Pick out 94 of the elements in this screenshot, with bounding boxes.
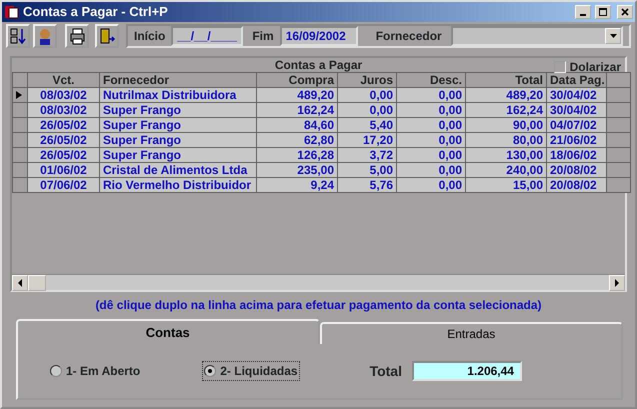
minimize-icon xyxy=(580,14,586,16)
minimize-button[interactable] xyxy=(575,5,591,19)
table-cell: 3,72 xyxy=(338,148,396,162)
table-cell: 26/05/02 xyxy=(28,148,100,162)
radio-option[interactable]: 2- Liquidadas xyxy=(202,361,300,381)
printer-button[interactable] xyxy=(65,24,89,48)
table-cell: 21/06/02 xyxy=(546,132,606,148)
tab[interactable]: Contas xyxy=(16,319,320,344)
table-cell: Super Frango xyxy=(100,132,256,148)
supplier-dropdown[interactable] xyxy=(450,26,623,46)
table-cell: 162,24 xyxy=(256,102,338,118)
table-cell: Super Frango xyxy=(100,102,256,118)
end-date-field[interactable]: 16/09/2002 xyxy=(280,26,358,46)
table-cell: 30/04/02 xyxy=(546,88,606,102)
table-cell: 84,60 xyxy=(256,118,338,132)
table-cell: 489,20 xyxy=(256,88,338,102)
radio-option[interactable]: 1- Em Aberto xyxy=(48,361,142,381)
table-cell: 235,00 xyxy=(256,162,338,178)
dolarizar-label: Dolarizar xyxy=(570,59,621,76)
exit-door-button[interactable] xyxy=(95,24,119,48)
table-cell: 162,24 xyxy=(466,102,546,118)
scroll-right-icon xyxy=(613,278,621,288)
end-date-label: Fim xyxy=(252,28,274,45)
table-cell: 01/06/02 xyxy=(28,162,100,178)
column-header: Vct. xyxy=(28,72,100,88)
total-field: 1.206,44 xyxy=(412,361,522,381)
table-cell: 26/05/02 xyxy=(28,132,100,148)
maximize-icon xyxy=(598,6,608,17)
person-button[interactable] xyxy=(33,24,57,48)
sort-button[interactable] xyxy=(6,24,30,48)
table-cell: 240,00 xyxy=(466,162,546,178)
table-cell: 08/03/02 xyxy=(28,102,100,118)
start-date-field[interactable]: __/__/____ xyxy=(171,26,244,46)
scroll-left-icon xyxy=(16,278,24,288)
table-cell: 9,24 xyxy=(256,178,338,192)
table-cell: 0,00 xyxy=(338,102,396,118)
column-header: Fornecedor xyxy=(100,72,256,88)
maximize-button[interactable] xyxy=(595,5,611,19)
sort-icon xyxy=(9,27,27,45)
table-cell: 30/04/02 xyxy=(546,102,606,118)
table-cell: Rio Vermelho Distribuidor xyxy=(100,178,256,192)
table-cell: Nutrilmax Distribuidora xyxy=(100,88,256,102)
supplier-label: Fornecedor xyxy=(376,28,442,45)
tab[interactable]: Entradas xyxy=(320,322,623,344)
table-cell: 20/08/02 xyxy=(546,178,606,192)
table-cell: Super Frango xyxy=(100,118,256,132)
total-label: Total xyxy=(370,362,402,380)
grid-title: Contas a Pagar xyxy=(274,58,362,72)
row-pointer-icon xyxy=(15,90,23,100)
dropdown-arrow-icon xyxy=(608,32,618,40)
table-cell: 0,00 xyxy=(396,132,466,148)
table-cell: Cristal de Alimentos Ltda xyxy=(100,162,256,178)
horizontal-scrollbar[interactable] xyxy=(12,274,625,290)
app-icon xyxy=(4,4,19,20)
table-cell: 15,00 xyxy=(466,178,546,192)
table-cell: Super Frango xyxy=(100,148,256,162)
column-header: Juros xyxy=(338,72,396,88)
column-header: Total xyxy=(466,72,546,88)
table-cell: 130,00 xyxy=(466,148,546,162)
printer-icon xyxy=(68,27,86,45)
table-cell: 0,00 xyxy=(396,102,466,118)
column-header: Compra xyxy=(256,72,338,88)
table-cell: 0,00 xyxy=(396,178,466,192)
start-date-label: Início xyxy=(134,28,166,45)
table-cell: 0,00 xyxy=(338,88,396,102)
row-indicator[interactable] xyxy=(12,88,28,102)
table-cell: 5,40 xyxy=(338,118,396,132)
table-cell: 80,00 xyxy=(466,132,546,148)
table-cell: 18/06/02 xyxy=(546,148,606,162)
table-cell: 5,00 xyxy=(338,162,396,178)
window-title: Contas a Pagar - Ctrl+P xyxy=(23,3,169,22)
table-cell: 0,00 xyxy=(396,148,466,162)
table-cell: 07/06/02 xyxy=(28,178,100,192)
column-header: Desc. xyxy=(396,72,466,88)
table-cell: 62,80 xyxy=(256,132,338,148)
table-cell: 17,20 xyxy=(338,132,396,148)
table-cell: 20/08/02 xyxy=(546,162,606,178)
table-cell: 04/07/02 xyxy=(546,118,606,132)
table-cell: 126,28 xyxy=(256,148,338,162)
table-cell: 489,20 xyxy=(466,88,546,102)
table-cell: 0,00 xyxy=(396,88,466,102)
exit-door-icon xyxy=(98,27,116,45)
table-cell: 5,76 xyxy=(338,178,396,192)
column-header: Data Pag. xyxy=(546,72,606,88)
scroll-thumb[interactable] xyxy=(28,275,46,291)
table-cell: 0,00 xyxy=(396,118,466,132)
table-cell: 0,00 xyxy=(396,162,466,178)
table-cell: 90,00 xyxy=(466,118,546,132)
hint-text: (dê clique duplo na linha acima para efetuar pagamento da conta selecionada) xyxy=(94,297,543,314)
dolarizar-checkbox[interactable] xyxy=(554,61,566,73)
close-button[interactable] xyxy=(617,5,633,19)
close-icon xyxy=(620,6,630,17)
table-cell: 08/03/02 xyxy=(28,88,100,102)
table-cell: 26/05/02 xyxy=(28,118,100,132)
